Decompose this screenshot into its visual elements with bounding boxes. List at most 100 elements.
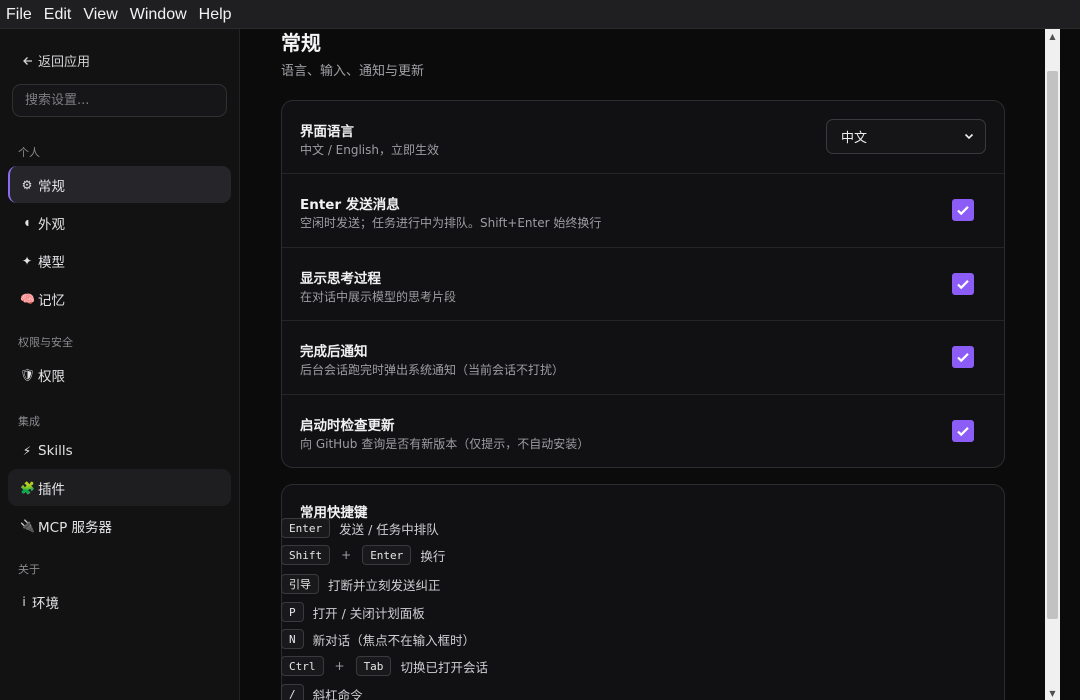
setting-desc: 向 GitHub 查询是否有新版本（仅提示，不自动安装） [300,437,590,451]
language-select[interactable]: 中文 [826,119,986,154]
setting-desc: 后台会话跑完时弹出系统通知（当前会话不打扰） [300,363,565,377]
shield-icon: 🛡 [20,367,36,382]
sidebar-item-skills[interactable]: ⚡ Skills [8,432,231,469]
shortcut-desc: 斜杠命令 [312,687,363,700]
sidebar-item-mcp-servers[interactable]: 🔌 MCP 服务器 [8,507,231,544]
menu-edit[interactable]: Edit [38,0,78,29]
shortcut-row: Shift + Enter 换行 [281,545,445,565]
setting-desc: 在对话中展示模型的思考片段 [300,290,457,304]
language-select-value: 中文 [841,131,868,146]
setting-row-check-updates: 启动时检查更新 向 GitHub 查询是否有新版本（仅提示，不自动安装） [282,395,1004,467]
key-cap: N [281,629,304,649]
shortcut-desc: 打开 / 关闭计划面板 [312,605,425,621]
main-scrollbar[interactable]: ▲ ▼ [1045,29,1060,700]
sidebar-item-permissions[interactable]: 🛡 权限 [8,356,231,393]
sidebar-item-label: 模型 [38,254,65,271]
menu-bar: File Edit View Window Help [0,0,1080,29]
setting-title: Enter 发送消息 [300,197,400,213]
menu-window[interactable]: Window [124,0,193,29]
scrollbar-thumb[interactable] [1047,71,1058,619]
shortcut-desc: 换行 [420,548,446,564]
shortcut-desc: 发送 / 任务中排队 [339,521,439,537]
back-to-app-link[interactable]: 返回应用 [22,51,90,70]
setting-row-language: 界面语言 中文 / English，立即生效 中文 [282,101,1004,174]
shortcuts-card: 常用快捷键 Enter 发送 / 任务中排队 Shift + Enter 换行 … [281,484,1005,700]
shortcut-desc: 切换已打开会话 [400,659,488,675]
sidebar-item-general[interactable]: ⚙ 常规 [8,166,231,203]
puzzle-icon: 🧩 [20,480,35,495]
notify-complete-checkbox[interactable] [952,346,974,368]
shortcut-row: Ctrl + Tab 切换已打开会话 [281,656,488,676]
key-cap: Ctrl [281,656,324,676]
menu-view[interactable]: View [77,0,123,29]
scroll-up-arrow-icon[interactable]: ▲ [1045,29,1060,43]
shortcut-desc: 新对话（焦点不在输入框时） [312,632,476,648]
settings-search-input[interactable] [12,84,227,117]
sidebar-item-label: 常规 [38,178,65,195]
checkmark-icon [957,427,969,437]
key-cap: / [281,684,304,700]
section-label-integrations: 集成 [18,415,40,428]
show-thinking-checkbox[interactable] [952,273,974,295]
shortcut-desc: 打断并立刻发送纠正 [328,577,441,593]
shortcut-row: N 新对话（焦点不在输入框时） [281,629,475,649]
key-cap: 引导 [281,574,319,594]
key-plus: + [334,659,345,673]
settings-sidebar: 返回应用 个人 ⚙ 常规 ◖ 外观 ✦ 模型 🧠 记忆 权限与安全 🛡 权限 集… [0,29,240,700]
sidebar-item-label: Skills [38,442,73,459]
key-cap: Tab [355,656,392,676]
sidebar-item-label: 外观 [38,216,65,233]
checkmark-icon [957,353,969,363]
sidebar-item-label: 插件 [38,481,65,498]
sidebar-item-plugins[interactable]: 🧩 插件 [8,469,231,506]
sidebar-item-appearance[interactable]: ◖ 外观 [8,204,231,241]
setting-row-show-thinking: 显示思考过程 在对话中展示模型的思考片段 [282,248,1004,321]
gear-icon: ⚙ [21,177,33,192]
sidebar-item-environment[interactable]: i 环境 [8,583,231,620]
setting-title: 启动时检查更新 [300,418,395,434]
back-to-app-label: 返回应用 [38,55,91,70]
setting-title: 显示思考过程 [300,271,381,287]
shortcut-row: 引导 打断并立刻发送纠正 [281,574,441,594]
general-settings-card: 界面语言 中文 / English，立即生效 中文 Enter 发送消息 空闲时… [281,100,1005,468]
setting-desc: 空闲时发送；任务进行中为排队。Shift+Enter 始终换行 [300,216,602,230]
setting-row-enter-send: Enter 发送消息 空闲时发送；任务进行中为排队。Shift+Enter 始终… [282,174,1004,248]
sparkle-icon: ✦ [21,253,33,268]
menu-help[interactable]: Help [193,0,238,29]
sidebar-item-label: 记忆 [38,292,65,309]
sidebar-item-label: MCP 服务器 [38,519,113,536]
key-cap: Enter [281,518,331,538]
key-cap: Enter [362,545,412,565]
menu-file[interactable]: File [0,0,38,29]
sidebar-item-label: 权限 [38,368,65,385]
checkmark-icon [957,280,969,290]
key-plus: + [341,548,352,562]
key-cap: P [281,602,304,622]
page-title: 常规 [281,31,321,55]
half-circle-icon: ◖ [24,218,30,227]
settings-main: 常规 语言、输入、通知与更新 界面语言 中文 / English，立即生效 中文… [241,29,1045,700]
shortcut-row: P 打开 / 关闭计划面板 [281,602,425,622]
setting-title: 界面语言 [300,124,354,140]
lightning-icon: ⚡ [22,443,32,458]
sidebar-item-models[interactable]: ✦ 模型 [8,242,231,279]
section-label-personal: 个人 [18,146,40,159]
setting-desc: 中文 / English，立即生效 [300,143,440,157]
sidebar-item-memory[interactable]: 🧠 记忆 [8,280,231,317]
scroll-down-arrow-icon[interactable]: ▼ [1045,686,1060,700]
shortcut-row: Enter 发送 / 任务中排队 [281,518,439,538]
shortcut-row: / 斜杠命令 [281,684,363,700]
enter-send-checkbox[interactable] [952,199,974,221]
sidebar-item-label: 环境 [32,595,59,612]
plug-icon: 🔌 [20,518,35,533]
checkmark-icon [957,206,969,216]
chevron-down-icon [964,133,974,140]
brain-icon: 🧠 [20,291,35,306]
key-cap: Shift [281,545,331,565]
arrow-left-icon [23,56,32,65]
info-icon: i [22,594,26,609]
check-updates-checkbox[interactable] [952,420,974,442]
setting-title: 完成后通知 [300,344,368,360]
setting-row-notify-complete: 完成后通知 后台会话跑完时弹出系统通知（当前会话不打扰） [282,321,1004,395]
section-label-permissions-security: 权限与安全 [18,336,73,349]
